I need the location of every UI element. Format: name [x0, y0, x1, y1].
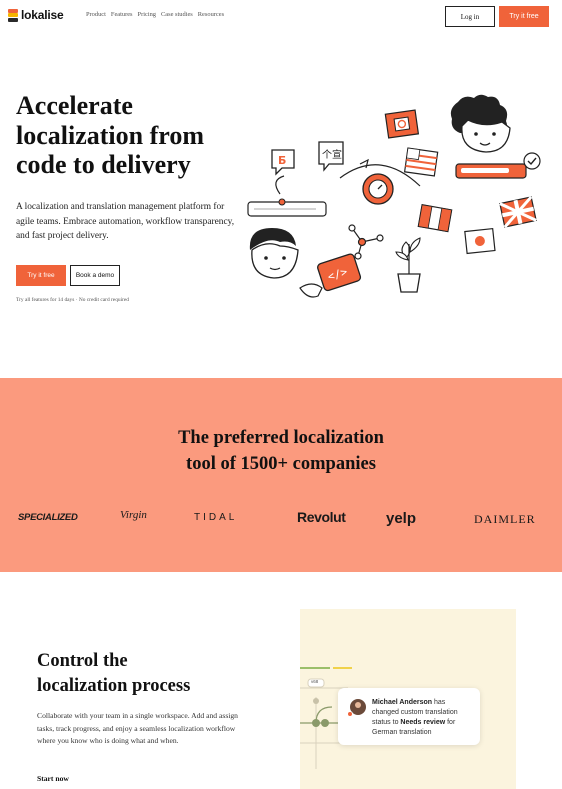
start-now-link[interactable]: Start now — [37, 774, 69, 783]
text-field-icon — [247, 175, 327, 217]
feature-title-line: localization process — [37, 676, 191, 696]
login-button[interactable]: Log in — [445, 6, 495, 27]
progress-bar-check-icon — [455, 152, 541, 179]
book-demo-button[interactable]: Book a demo — [70, 265, 120, 286]
person-face-icon — [450, 94, 511, 153]
notification-text: Michael Anderson has changed custom tran… — [372, 698, 474, 738]
flag-icon — [464, 227, 496, 255]
hero-title-line: code to delivery — [16, 150, 191, 179]
customers-band: The preferred localization tool of 1500+… — [0, 378, 562, 572]
nav-item-features[interactable]: Features — [111, 11, 133, 18]
customer-logos: SPECIALIZED Virgin TIDAL Revolut yelp DA… — [0, 504, 562, 534]
customer-logo-daimler: DAIMLER — [474, 512, 536, 526]
plant-icon — [395, 237, 421, 293]
cyrillic-bubble-icon: Б — [271, 149, 295, 176]
flag-icon — [499, 195, 537, 229]
customers-title: The preferred localization tool of 1500+… — [0, 425, 562, 477]
svg-text:个宣: 个宣 — [322, 148, 342, 161]
code-bubble-icon: </> — [317, 253, 362, 292]
hero-description: A localization and translation managemen… — [16, 202, 235, 241]
logo-text: lokalise — [21, 8, 64, 22]
notification-card: Michael Anderson has changed custom tran… — [338, 688, 480, 745]
version-badge: v68 — [311, 679, 319, 684]
flag-icon — [403, 147, 439, 177]
workflow-illustration: v68 Michael Anderson has changed custom … — [300, 609, 516, 789]
notification-dot-icon — [347, 711, 353, 717]
person-face-icon — [249, 228, 299, 279]
nav-item-resources[interactable]: Resources — [198, 11, 224, 18]
flag-icon — [417, 204, 453, 233]
notification-status: Needs review — [400, 719, 446, 726]
hero-title-line: Accelerate — [16, 91, 133, 120]
feature-description: Collaborate with your team in a single w… — [37, 711, 238, 745]
logo[interactable]: lokalise — [8, 8, 64, 22]
network-icon — [348, 224, 384, 260]
hero-title: Accelerate localization from code to del… — [16, 91, 246, 180]
feature-title: Control the localization process — [37, 649, 190, 699]
notification-user: Michael Anderson — [372, 699, 433, 706]
feature-title-line: Control the — [37, 651, 128, 671]
customers-title-line: tool of 1500+ companies — [186, 454, 376, 474]
nav-item-product[interactable]: Product — [86, 11, 106, 18]
trial-note: Try all features for 14 days · No credit… — [16, 297, 129, 303]
customer-logo-revolut: Revolut — [297, 509, 346, 525]
customer-logo-yelp: yelp — [386, 510, 417, 527]
lokalise-logo-icon — [8, 8, 18, 22]
site-header: lokalise Product Features Pricing Case s… — [0, 0, 562, 34]
customer-logo-specialized: SPECIALIZED — [18, 512, 78, 523]
customers-title-line: The preferred localization — [178, 428, 384, 448]
flag-icon — [384, 109, 420, 139]
hero-title-line: localization from — [16, 120, 204, 150]
nav-item-case-studies[interactable]: Case studies — [161, 11, 193, 18]
try-free-header-button[interactable]: Try it free — [499, 6, 549, 27]
main-nav: Product Features Pricing Case studies Re… — [86, 11, 224, 18]
customer-logo-tidal: TIDAL — [194, 512, 238, 523]
nav-item-pricing[interactable]: Pricing — [138, 11, 156, 18]
chinese-bubble-icon: 个宣 — [318, 141, 344, 172]
customer-logo-virgin: Virgin — [120, 509, 147, 521]
svg-text:Б: Б — [278, 154, 286, 167]
try-free-hero-button[interactable]: Try it free — [16, 265, 66, 286]
hero-illustration: Б 个宣 </> — [247, 94, 541, 298]
